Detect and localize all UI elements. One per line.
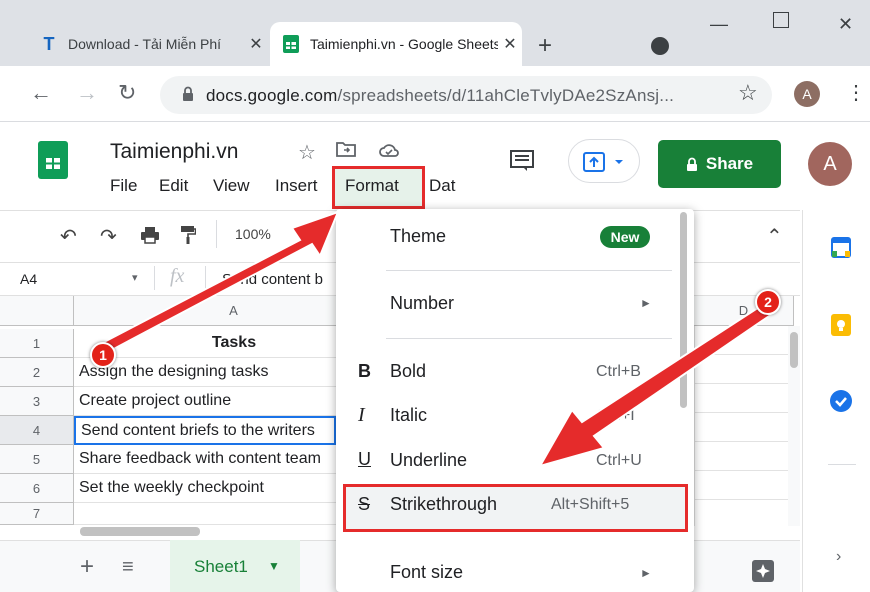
annotation-arrows (102, 210, 780, 468)
annotation-arrow-1 (102, 210, 340, 354)
annotation-marker-1: 1 (90, 342, 116, 368)
annotation-marker-2: 2 (755, 289, 781, 315)
annotation-arrow-2 (537, 298, 780, 468)
